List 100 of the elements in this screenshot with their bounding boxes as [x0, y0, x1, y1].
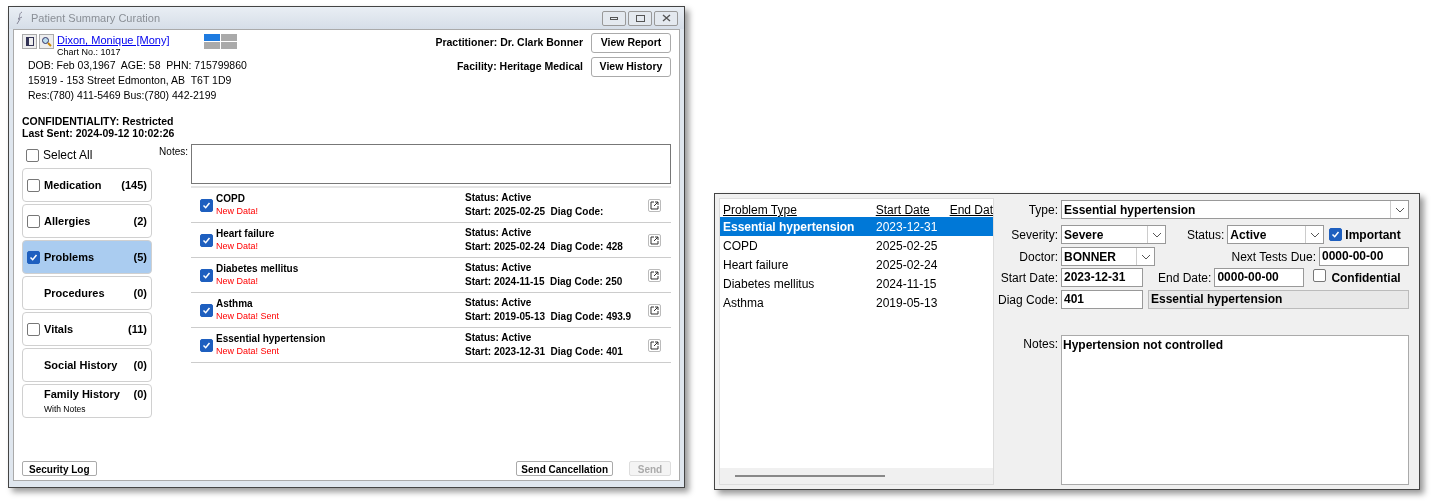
status-dropdown[interactable]: Active [1227, 225, 1325, 244]
close-button[interactable] [654, 10, 678, 26]
category-item[interactable]: Family History (0) With Notes [22, 384, 152, 418]
facility-text: Facility: Heritage Medical [456, 59, 583, 75]
view-report-button[interactable]: View Report [591, 33, 671, 53]
patient-info-line: DOB: Feb 03,1967 AGE: 58 PHN: 715799860 [28, 58, 248, 73]
problem-details: Start: 2024-11-15 Diag Code: 250 [465, 275, 624, 289]
category-count: (0) [133, 357, 147, 373]
checkbox[interactable] [200, 268, 213, 282]
category-item[interactable]: Social History (0) [22, 348, 152, 382]
patient-name-link[interactable]: Dixon, Monique [Mony] [57, 34, 170, 46]
start-date-field[interactable]: 2023-12-31 [1061, 268, 1143, 287]
column-header[interactable]: Problem Type [720, 203, 874, 217]
notes-label: Notes: [1022, 336, 1058, 353]
new-data-text: New Data! Sent [216, 310, 281, 322]
open-external-button[interactable] [648, 338, 661, 352]
maximize-button[interactable] [628, 10, 652, 26]
problem-name: Essential hypertension [216, 333, 327, 345]
open-external-button[interactable] [648, 303, 661, 317]
caret-icon [1309, 231, 1320, 238]
new-data-text: New Data! [216, 205, 260, 217]
confidential-label: Confidential [1331, 269, 1401, 287]
category-item[interactable]: Problems (5) [22, 240, 152, 274]
checkmark-icon [202, 270, 211, 280]
notes-field[interactable] [191, 144, 671, 184]
status-label: Status: [1187, 226, 1225, 244]
category-label: Problems [44, 249, 96, 265]
checkmark-icon [202, 305, 211, 315]
checkbox[interactable] [1313, 268, 1327, 282]
checkbox[interactable] [200, 198, 213, 212]
layout-icon[interactable] [203, 34, 238, 50]
minimize-button[interactable] [602, 10, 626, 26]
checkbox[interactable] [27, 214, 40, 228]
open-external-button[interactable] [648, 233, 661, 247]
problem-list-row[interactable]: Diabetes mellitus 2024-11-15 [720, 274, 993, 293]
category-label: Social History [44, 357, 119, 373]
category-label: Procedures [44, 285, 106, 301]
end-date-field[interactable]: 0000-00-00 [1214, 268, 1305, 287]
checkbox[interactable] [1329, 227, 1343, 241]
column-header[interactable]: Start Date [873, 203, 948, 217]
category-label: Vitals [44, 321, 75, 337]
problem-status: Status: Active [465, 226, 533, 240]
open-external-button[interactable] [648, 198, 661, 212]
security-log-button[interactable]: Security Log [22, 461, 97, 476]
category-item[interactable]: Procedures (0) [22, 276, 152, 310]
severity-label: Severity: [1010, 226, 1058, 244]
practitioner-text: Practitioner: Dr. Clark Bonner [435, 35, 583, 51]
checkbox[interactable] [200, 233, 213, 247]
new-data-text: New Data! [216, 240, 260, 252]
start-date-label: Start Date: [999, 269, 1058, 287]
doctor-dropdown[interactable]: BONNER [1061, 247, 1155, 266]
caret-icon [1140, 253, 1151, 260]
confidentiality-text: CONFIDENTIALITY: Restricted [22, 115, 175, 127]
category-count: (11) [128, 321, 147, 337]
category-label: Family History [44, 387, 121, 403]
next-tests-field[interactable]: 0000-00-00 [1319, 247, 1409, 266]
patient-info-line: Res:(780) 411-5469 Bus:(780) 442-2199 [28, 88, 218, 103]
checkbox[interactable] [27, 178, 40, 192]
category-item[interactable]: Allergies (2) [22, 204, 152, 238]
problem-list-row[interactable]: Asthma 2019-05-13 [720, 293, 993, 312]
checkbox[interactable] [26, 148, 39, 162]
open-external-button[interactable] [648, 268, 661, 282]
window-title: Patient Summary Curation [31, 10, 161, 26]
column-header[interactable]: End Dat [947, 203, 993, 217]
notes-field[interactable]: Hypertension not controlled [1061, 335, 1409, 485]
panel-icon[interactable] [22, 34, 37, 49]
diag-code-field[interactable]: 401 [1061, 290, 1143, 309]
view-history-button[interactable]: View History [591, 57, 671, 77]
problem-list-row[interactable]: Essential hypertension 2023-12-31 [720, 217, 993, 236]
checkbox[interactable] [200, 338, 213, 352]
checkbox[interactable] [27, 322, 40, 336]
checkmark-icon [202, 235, 211, 245]
category-label: Medication [44, 177, 103, 193]
caret-icon [1151, 231, 1162, 238]
problem-name: Heart failure [216, 228, 276, 240]
problem-list-row[interactable]: Heart failure 2025-02-24 [720, 255, 993, 274]
severity-dropdown[interactable]: Severe [1061, 225, 1166, 244]
problem-name: Asthma [216, 298, 254, 310]
problem-details: Start: 2019-05-13 Diag Code: 493.9 [465, 310, 633, 324]
problem-details: Start: 2025-02-25 Diag Code: [465, 205, 605, 219]
problem-status: Status: Active [465, 191, 533, 205]
category-count: (5) [133, 249, 147, 265]
close-icon [661, 14, 671, 22]
diag-code-label: Diag Code: [998, 291, 1058, 309]
category-item[interactable]: Medication (145) [22, 168, 152, 202]
checkbox[interactable] [200, 303, 213, 317]
category-item[interactable]: Vitals (11) [22, 312, 152, 346]
chart-number: Chart No.: 1017 [57, 46, 122, 58]
category-count: (0) [133, 387, 147, 403]
caret-icon [1394, 206, 1405, 213]
checkmark-icon [202, 200, 211, 210]
problem-status: Status: Active [465, 331, 533, 345]
checkbox[interactable] [27, 250, 40, 264]
important-label: Important [1345, 226, 1401, 244]
category-count: (145) [121, 177, 147, 193]
type-dropdown[interactable]: Essential hypertension [1061, 200, 1409, 219]
send-button[interactable]: Send Cancellation [516, 461, 613, 476]
scrollbar-thumb[interactable] [735, 475, 885, 477]
problem-list-row[interactable]: COPD 2025-02-25 [720, 236, 993, 255]
search-icon[interactable] [39, 34, 54, 49]
